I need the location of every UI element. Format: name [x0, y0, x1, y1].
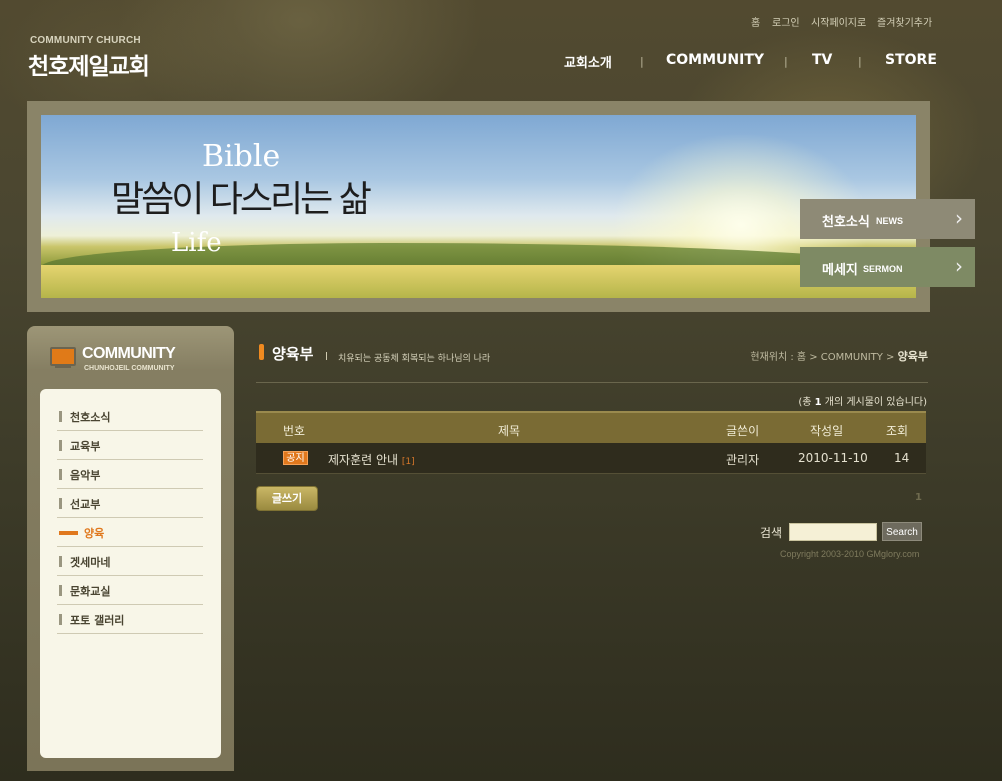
column-header-title: 제목 [498, 424, 521, 438]
sidebar-item-gethsemane[interactable]: 겟세마네 [57, 547, 203, 576]
breadcrumb: 현재위치 : 홈 > COMMUNITY > 양육부 [750, 348, 928, 364]
util-link-home[interactable]: 홈 [751, 14, 760, 29]
sidebar-item-news[interactable]: 천호소식 [57, 402, 203, 431]
banner-word-life: Life [171, 228, 222, 258]
sidebar-item-label: 선교부 [70, 498, 101, 511]
search-button[interactable]: Search [882, 522, 922, 541]
nav-separator: | [858, 55, 862, 68]
copyright: Copyright 2003-2010 GMglory.com [780, 549, 920, 559]
write-button[interactable]: 글쓰기 [256, 486, 318, 511]
sidebar-item-nurture[interactable]: 양육 [57, 518, 203, 547]
sidebar-item-label: 문화교실 [70, 585, 111, 598]
breadcrumb-current: 양육부 [897, 350, 928, 363]
active-indicator [59, 531, 78, 535]
sidebar-item-label: 포토 갤러리 [70, 614, 125, 627]
bullet-bar [59, 469, 62, 480]
post-title-link[interactable]: 제자훈련 안내 [1] [328, 451, 415, 468]
sidebar-item-music[interactable]: 음악부 [57, 460, 203, 489]
page-title: 양육부 [272, 345, 314, 363]
notice-badge: 공지 [283, 451, 308, 465]
monitor-stand [55, 366, 71, 368]
sidebar-item-culture[interactable]: 문화교실 [57, 576, 203, 605]
sidebar-item-label: 겟세마네 [70, 556, 111, 569]
page-description: 치유되는 공동체 회복되는 하나님의 나라 [338, 354, 491, 364]
sidebar-item-label: 음악부 [70, 469, 101, 482]
sidebar-item-mission[interactable]: 선교부 [57, 489, 203, 518]
monitor-icon [50, 347, 76, 366]
quick-link-sermon[interactable]: 메세지 SERMON › [800, 247, 975, 287]
nav-item-tv[interactable]: TV [812, 52, 832, 68]
sidebar-title: COMMUNITY [82, 345, 176, 362]
comment-count: [1] [401, 457, 415, 467]
quick-link-sub: NEWS [876, 216, 903, 226]
post-count-suffix: 개의 게시물이 있습니다) [821, 397, 927, 408]
divider [256, 382, 928, 383]
post-title: 제자훈련 안내 [328, 453, 399, 467]
post-author: 관리자 [726, 453, 760, 467]
sidebar-item-label: 천호소식 [70, 411, 111, 424]
bullet-bar [59, 614, 62, 625]
post-count-prefix: (총 [798, 397, 815, 408]
column-header-date: 작성일 [810, 424, 844, 438]
page-number[interactable]: 1 [915, 492, 922, 503]
util-link-startpage[interactable]: 시작페이지로 [811, 14, 866, 29]
banner-slogan: 말씀이 다스리는 삶 [111, 179, 372, 220]
chevron-right-icon: › [955, 206, 963, 230]
table-row[interactable]: 공지 제자훈련 안내 [1] 관리자 2010-11-10 14 [256, 443, 926, 474]
search-input[interactable] [789, 523, 877, 541]
util-link-login[interactable]: 로그인 [772, 14, 800, 29]
nav-separator: | [640, 55, 644, 68]
column-header-number: 번호 [283, 424, 306, 438]
chevron-right-icon: › [955, 254, 963, 278]
banner-word-bible: Bible [202, 139, 281, 174]
sidebar-item-label: 교육부 [70, 440, 101, 453]
title-divider [326, 352, 327, 360]
sidebar-item-label: 양육 [84, 527, 105, 540]
post-count-value: 1 [814, 397, 822, 408]
main-banner: Bible 말씀이 다스리는 삶 Life [41, 115, 916, 298]
column-header-views: 조회 [886, 424, 909, 438]
post-count: (총 1 개의 게시물이 있습니다) [798, 393, 927, 408]
util-link-bookmark[interactable]: 즐겨찾기추가 [877, 14, 932, 29]
bullet-bar [59, 440, 62, 451]
post-views: 14 [894, 451, 910, 465]
sidebar-item-education[interactable]: 교육부 [57, 431, 203, 460]
quick-link-label: 천호소식 [822, 215, 870, 230]
title-marker [259, 344, 264, 360]
column-header-author: 글쓴이 [726, 424, 760, 438]
quick-link-label: 메세지 [822, 263, 858, 278]
nav-item-store[interactable]: STORE [885, 52, 937, 68]
nav-item-community[interactable]: COMMUNITY [666, 52, 764, 68]
logo-subtitle: COMMUNITY CHURCH [30, 35, 141, 46]
search-label: 검색 [760, 526, 783, 540]
bullet-bar [59, 498, 62, 509]
post-date: 2010-11-10 [798, 451, 868, 465]
quick-link-sub: SERMON [863, 264, 903, 274]
bullet-bar [59, 585, 62, 596]
nav-separator: | [784, 55, 788, 68]
sidebar-item-photo-gallery[interactable]: 포토 갤러리 [57, 605, 203, 634]
sidebar-subtitle: CHUNHOJEIL COMMUNITY [84, 365, 175, 372]
bullet-bar [59, 411, 62, 422]
site-logo[interactable]: 천호제일교회 [28, 47, 150, 81]
nav-item-about[interactable]: 교회소개 [564, 52, 612, 71]
bullet-bar [59, 556, 62, 567]
breadcrumb-path: 현재위치 : 홈 > COMMUNITY > [750, 352, 898, 363]
table-header: 번호 제목 글쓴이 작성일 조회 [256, 411, 926, 443]
quick-link-news[interactable]: 천호소식 NEWS › [800, 199, 975, 239]
banner-field [41, 265, 916, 298]
